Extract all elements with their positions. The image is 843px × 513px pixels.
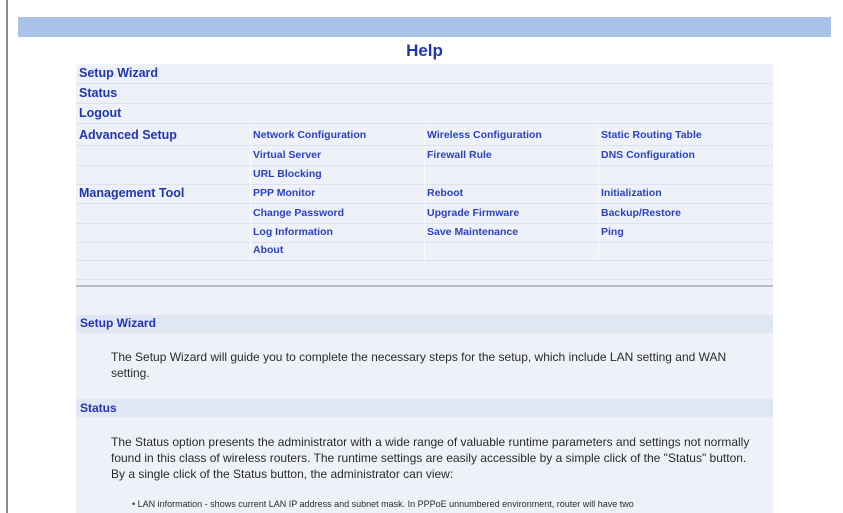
menu-row-status: Status (76, 84, 773, 104)
network-configuration-link[interactable]: Network Configuration (253, 126, 366, 145)
ppp-monitor-link[interactable]: PPP Monitor (253, 184, 315, 203)
log-information-link[interactable]: Log Information (253, 223, 333, 242)
menu-row-setup-wizard: Setup Wizard (76, 64, 773, 84)
change-password-link[interactable]: Change Password (253, 204, 344, 223)
management-tool-row-4: About (76, 241, 773, 261)
dns-configuration-link[interactable]: DNS Configuration (601, 146, 695, 165)
upgrade-firmware-link[interactable]: Upgrade Firmware (427, 204, 519, 223)
setup-wizard-link[interactable]: Setup Wizard (79, 64, 158, 83)
management-tool-row-3: Log Information Save Maintenance Ping (76, 223, 773, 243)
status-link[interactable]: Status (79, 84, 117, 103)
url-blocking-link[interactable]: URL Blocking (253, 165, 322, 184)
window-left-border (6, 0, 8, 513)
advanced-setup-row-2: Virtual Server Firewall Rule DNS Configu… (76, 146, 773, 166)
backup-restore-link[interactable]: Backup/Restore (601, 204, 681, 223)
lan-information-bullet: LAN information - shows current LAN IP a… (137, 499, 634, 509)
about-link[interactable]: About (253, 241, 283, 260)
virtual-server-link[interactable]: Virtual Server (253, 146, 321, 165)
advanced-setup-row-3: URL Blocking (76, 165, 773, 185)
page-title: Help (406, 41, 443, 60)
static-routing-table-link[interactable]: Static Routing Table (601, 126, 702, 145)
status-heading: Status (80, 401, 117, 415)
header-bar (18, 17, 831, 37)
setup-wizard-heading-band (76, 315, 773, 333)
help-panel: Setup Wizard Status Logout Advanced Setu… (76, 64, 773, 513)
menu-row-logout: Logout (76, 104, 773, 124)
spacer-row (76, 260, 773, 280)
reboot-link[interactable]: Reboot (427, 184, 463, 203)
wireless-configuration-link[interactable]: Wireless Configuration (427, 126, 542, 145)
firewall-rule-link[interactable]: Firewall Rule (427, 146, 492, 165)
ping-link[interactable]: Ping (601, 223, 624, 242)
management-tool-row-1: Management Tool PPP Monitor Reboot Initi… (76, 184, 773, 204)
status-bullet-item: • LAN information - shows current LAN IP… (132, 499, 634, 509)
logout-link[interactable]: Logout (79, 104, 121, 123)
status-description: The Status option presents the administr… (111, 435, 750, 481)
section-divider (76, 285, 773, 287)
advanced-setup-row-1: Advanced Setup Network Configuration Wir… (76, 126, 773, 146)
setup-wizard-description: The Setup Wizard will guide you to compl… (111, 350, 727, 380)
initialization-link[interactable]: Initialization (601, 184, 662, 203)
status-heading-band (76, 399, 773, 417)
advanced-setup-label[interactable]: Advanced Setup (79, 126, 177, 145)
management-tool-label[interactable]: Management Tool (79, 184, 184, 203)
save-maintenance-link[interactable]: Save Maintenance (427, 223, 518, 242)
management-tool-row-2: Change Password Upgrade Firmware Backup/… (76, 204, 773, 224)
setup-wizard-heading: Setup Wizard (80, 316, 156, 330)
